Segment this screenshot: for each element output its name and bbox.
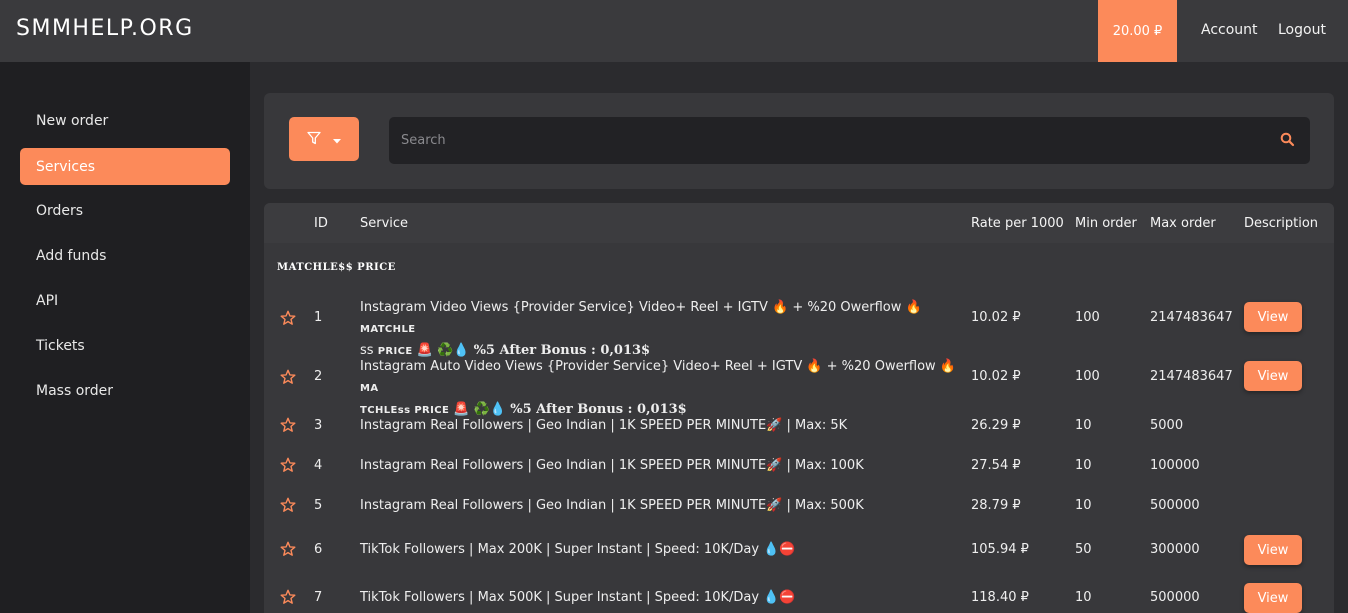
row-min-order: 10: [1075, 418, 1092, 433]
filter-panel: [264, 93, 1334, 189]
star-favorite-icon[interactable]: [280, 369, 296, 389]
table-header: ID Service Rate per 1000 Min order Max o…: [264, 203, 1334, 243]
row-service-name: Instagram Real Followers | Geo Indian | …: [360, 498, 864, 513]
column-header-description[interactable]: Description: [1244, 216, 1318, 231]
row-id: 6: [314, 542, 323, 557]
table-row: 4 Instagram Real Followers | Geo Indian …: [264, 456, 1334, 476]
row-id: 7: [314, 590, 323, 605]
row-min-order: 10: [1075, 590, 1092, 605]
sidebar-item-services[interactable]: Services: [20, 148, 230, 185]
star-favorite-icon[interactable]: [280, 541, 296, 561]
column-header-id[interactable]: ID: [314, 216, 328, 231]
star-favorite-icon[interactable]: [280, 417, 296, 437]
row-min-order: 50: [1075, 542, 1092, 557]
column-header-service[interactable]: Service: [360, 216, 408, 231]
row-min-order: 100: [1075, 310, 1100, 325]
row-rate: 26.29 ₽: [971, 418, 1021, 433]
row-max-order: 500000: [1150, 498, 1200, 513]
account-link[interactable]: Account: [1201, 22, 1258, 38]
row-max-order: 300000: [1150, 542, 1200, 557]
row-min-order: 10: [1075, 458, 1092, 473]
funnel-icon: [307, 130, 321, 149]
row-rate: 28.79 ₽: [971, 498, 1021, 513]
row-max-order: 100000: [1150, 458, 1200, 473]
sidebar-item-add-funds[interactable]: Add funds: [20, 237, 230, 274]
view-description-button[interactable]: View: [1244, 302, 1302, 332]
caret-down-icon: [333, 130, 341, 149]
logout-link[interactable]: Logout: [1278, 22, 1326, 38]
sidebar-item-orders[interactable]: Orders: [20, 192, 230, 229]
column-header-min[interactable]: Min order: [1075, 216, 1137, 231]
row-max-order: 500000: [1150, 590, 1200, 605]
column-header-max[interactable]: Max order: [1150, 216, 1216, 231]
table-row: 3 Instagram Real Followers | Geo Indian …: [264, 416, 1334, 436]
row-rate: 105.94 ₽: [971, 542, 1029, 557]
table-row: 7 TikTok Followers | Max 500K | Super In…: [264, 583, 1334, 613]
sidebar-item-mass-order[interactable]: Mass order: [20, 372, 230, 409]
row-service-name: TikTok Followers | Max 200K | Super Inst…: [360, 542, 796, 557]
row-rate: 10.02 ₽: [971, 369, 1021, 384]
balance-badge[interactable]: 20.00 ₽: [1098, 0, 1177, 62]
search-input[interactable]: [389, 117, 1259, 164]
sidebar-item-new-order[interactable]: New order: [20, 102, 230, 139]
table-row: 2 Instagram Auto Video Views {Provider S…: [264, 356, 1334, 417]
row-rate: 10.02 ₽: [971, 310, 1021, 325]
table-row: 6 TikTok Followers | Max 200K | Super In…: [264, 535, 1334, 565]
star-favorite-icon[interactable]: [280, 589, 296, 609]
row-id: 4: [314, 458, 323, 473]
view-description-button[interactable]: View: [1244, 535, 1302, 565]
table-row: 1 Instagram Video Views {Provider Servic…: [264, 297, 1334, 358]
sidebar: New order Services Orders Add funds API …: [0, 62, 250, 613]
column-header-rate[interactable]: Rate per 1000: [971, 216, 1064, 231]
services-table: ID Service Rate per 1000 Min order Max o…: [264, 203, 1334, 613]
row-id: 2: [314, 369, 323, 384]
row-service-name: Instagram Real Followers | Geo Indian | …: [360, 418, 848, 433]
star-favorite-icon[interactable]: [280, 497, 296, 517]
row-id: 5: [314, 498, 323, 513]
row-service-name: Instagram Real Followers | Geo Indian | …: [360, 458, 864, 473]
row-rate: 27.54 ₽: [971, 458, 1021, 473]
filter-dropdown-button[interactable]: [289, 117, 359, 161]
view-description-button[interactable]: View: [1244, 583, 1302, 613]
row-max-order: 5000: [1150, 418, 1184, 433]
row-id: 1: [314, 310, 323, 325]
sidebar-item-api[interactable]: API: [20, 282, 230, 319]
row-max-order: 2147483647: [1150, 369, 1233, 384]
site-logo[interactable]: SMMHELP.ORG: [16, 16, 194, 41]
star-favorite-icon[interactable]: [280, 310, 296, 330]
star-favorite-icon[interactable]: [280, 457, 296, 477]
row-id: 3: [314, 418, 323, 433]
sidebar-item-tickets[interactable]: Tickets: [20, 327, 230, 364]
category-title: MATCHLE$$ PRICE: [277, 262, 396, 273]
table-row: 5 Instagram Real Followers | Geo Indian …: [264, 496, 1334, 516]
search-box: [389, 117, 1310, 164]
row-service-name: Instagram Video Views {Provider Service}…: [360, 300, 922, 358]
row-service-name: TikTok Followers | Max 500K | Super Inst…: [360, 590, 796, 605]
row-min-order: 100: [1075, 369, 1100, 384]
top-header: SMMHELP.ORG 20.00 ₽ Account Logout: [0, 0, 1348, 62]
view-description-button[interactable]: View: [1244, 361, 1302, 391]
magnifier-icon[interactable]: [1280, 132, 1295, 151]
row-service-name: Instagram Auto Video Views {Provider Ser…: [360, 359, 957, 417]
row-min-order: 10: [1075, 498, 1092, 513]
row-max-order: 2147483647: [1150, 310, 1233, 325]
row-rate: 118.40 ₽: [971, 590, 1029, 605]
